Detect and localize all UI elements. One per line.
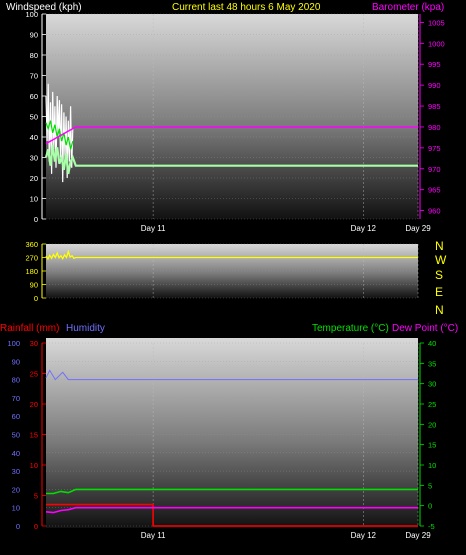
wind-y-ticks: 0 10 20 30 40 50 60 70 80 90 100 xyxy=(25,10,46,224)
y-tick-label: 30 xyxy=(12,467,20,476)
y-tick-label: 180 xyxy=(25,267,38,276)
y-tick-label: 0 xyxy=(34,522,38,531)
compass-label: W xyxy=(435,253,447,267)
dew-axis-title: Dew Point (°C) xyxy=(392,323,458,334)
baro-y-ticks: 960 965 970 975 980 985 990 995 1000 1005 xyxy=(419,14,445,219)
compass-label: N xyxy=(435,303,444,317)
humidity-axis-title: Humidity xyxy=(66,323,105,334)
y-tick-label: 10 xyxy=(30,461,38,470)
wind-baro-panel: 0 10 20 30 40 50 60 70 80 90 100 960 965 970 975 980 98… xyxy=(25,10,444,233)
y-tick-label: 30 xyxy=(428,380,436,389)
current-title: Current last 48 hours 6 May 2020 xyxy=(172,2,321,13)
y-tick-label: 5 xyxy=(428,481,432,490)
y-tick-label: 1005 xyxy=(428,18,445,27)
y-tick-label: 975 xyxy=(428,144,441,153)
y-tick-label: 0 xyxy=(34,215,38,224)
y-tick-label: 30 xyxy=(30,154,38,163)
rain-x-ticks: Day 11 Day 12 Day 29 xyxy=(141,531,431,540)
y-tick-label: 60 xyxy=(12,412,20,421)
y-tick-label: 80 xyxy=(12,376,20,385)
y-tick-label: 5 xyxy=(34,492,38,501)
wind-axis-title: Windspeed (kph) xyxy=(6,2,82,13)
compass-label: E xyxy=(435,285,443,299)
y-tick-label: 15 xyxy=(30,431,38,440)
y-tick-label: 50 xyxy=(12,431,20,440)
y-tick-label: 40 xyxy=(428,339,436,348)
y-tick-label: 10 xyxy=(428,461,436,470)
x-tick-label: Day 29 xyxy=(405,224,431,233)
y-tick-label: 20 xyxy=(428,420,436,429)
compass-label: S xyxy=(435,268,443,282)
y-tick-label: 990 xyxy=(428,81,441,90)
temp-y-ticks: -5 0 5 10 15 20 25 30 35 40 xyxy=(419,339,436,531)
y-tick-label: 100 xyxy=(25,10,38,19)
y-tick-label: 10 xyxy=(30,195,38,204)
wind-x-ticks: Day 11 Day 12 Day 29 xyxy=(141,224,431,233)
y-tick-label: 90 xyxy=(12,357,20,366)
y-tick-label: 970 xyxy=(428,165,441,174)
y-tick-label: 995 xyxy=(428,60,441,69)
y-tick-label: 360 xyxy=(25,240,38,249)
y-tick-label: 1000 xyxy=(428,39,445,48)
y-tick-label: 0 xyxy=(34,294,38,303)
x-tick-label: Day 12 xyxy=(351,224,377,233)
y-tick-label: 35 xyxy=(428,359,436,368)
y-tick-label: 40 xyxy=(30,133,38,142)
y-tick-label: 270 xyxy=(25,254,38,263)
rain-y-ticks: 0 5 10 15 20 25 30 xyxy=(30,339,46,531)
y-tick-label: 10 xyxy=(12,504,20,513)
y-tick-label: 50 xyxy=(30,113,38,122)
y-tick-label: 90 xyxy=(30,281,38,290)
compass-label: N xyxy=(435,239,444,253)
y-tick-label: 20 xyxy=(12,485,20,494)
y-tick-label: 20 xyxy=(30,400,38,409)
x-tick-label: Day 12 xyxy=(351,531,377,540)
y-tick-label: 70 xyxy=(12,394,20,403)
y-tick-label: 985 xyxy=(428,102,441,111)
y-tick-label: 15 xyxy=(428,441,436,450)
y-tick-label: 960 xyxy=(428,207,441,216)
wind-direction-panel: 0 90 180 270 360 N W S E N xyxy=(25,239,447,317)
baro-axis-title: Barometer (kpa) xyxy=(372,2,444,13)
y-tick-label: 0 xyxy=(428,502,432,511)
humidity-y-ticks: 0 10 20 30 40 50 60 70 80 90 100 xyxy=(7,339,20,531)
rain-axis-title: Rainfall (mm) xyxy=(0,323,59,334)
y-tick-label: 40 xyxy=(12,449,20,458)
y-tick-label: 25 xyxy=(428,400,436,409)
compass-labels: N W S E N xyxy=(435,239,447,317)
y-tick-label: 965 xyxy=(428,186,441,195)
y-tick-label: 100 xyxy=(7,339,20,348)
winddir-y-ticks: 0 90 180 270 360 xyxy=(25,240,46,303)
rain-temp-panel: 0 10 20 30 40 50 60 70 80 90 100 0 5 10 15 20 25 30 -5 0 5… xyxy=(7,338,436,540)
x-tick-label: Day 29 xyxy=(405,531,431,540)
y-tick-label: 90 xyxy=(30,31,38,40)
y-tick-label: 70 xyxy=(30,72,38,81)
x-tick-label: Day 11 xyxy=(141,224,166,233)
y-tick-label: 60 xyxy=(30,92,38,101)
y-tick-label: 80 xyxy=(30,51,38,60)
x-tick-label: Day 11 xyxy=(141,531,166,540)
rain-plot-area xyxy=(46,338,418,528)
y-tick-label: 30 xyxy=(30,339,38,348)
weather-graph: Windspeed (kph) Current last 48 hours 6 … xyxy=(0,2,458,540)
y-tick-label: 980 xyxy=(428,123,441,132)
y-tick-label: -5 xyxy=(428,522,435,531)
temp-axis-title: Temperature (°C) xyxy=(312,323,389,334)
y-tick-label: 25 xyxy=(30,370,38,379)
y-tick-label: 0 xyxy=(16,522,20,531)
y-tick-label: 20 xyxy=(30,174,38,183)
